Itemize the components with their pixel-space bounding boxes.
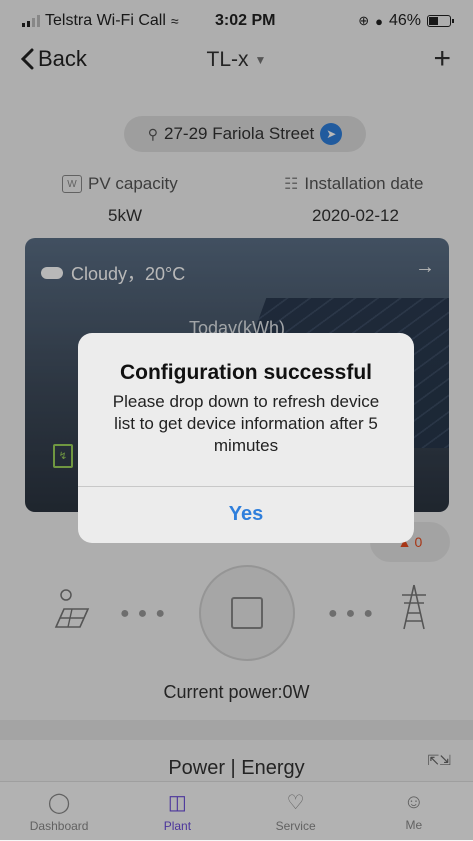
dialog-message: Please drop down to refresh device list … [112, 392, 380, 455]
alert-dialog: Configuration successful Please drop dow… [78, 333, 414, 543]
yes-button[interactable]: Yes [78, 486, 414, 543]
dialog-title: Configuration successful [119, 361, 373, 384]
app-screen: Telstra Wi-Fi Call ≈ 3:02 PM ⊕ ● 46% Bac… [0, 0, 473, 841]
